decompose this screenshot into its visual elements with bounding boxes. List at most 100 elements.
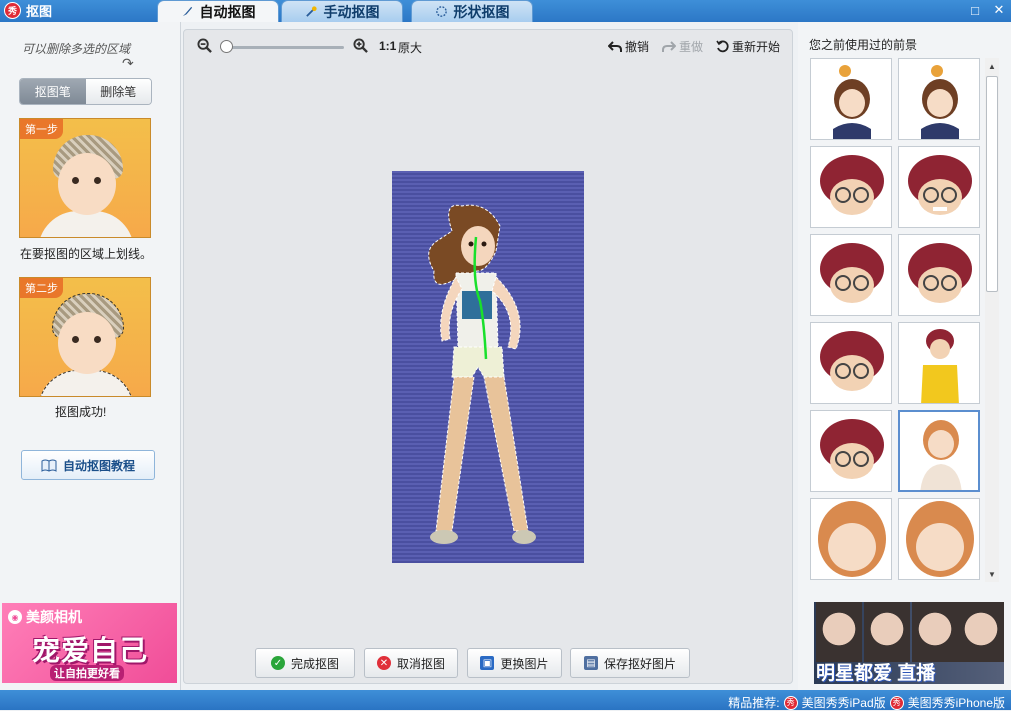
foreground-thumbnails: [810, 58, 982, 582]
brush-icon: [182, 6, 192, 17]
undo-label: 撤销: [625, 40, 650, 54]
eye: [72, 336, 79, 343]
cutout-brush-button[interactable]: 抠图笔: [20, 79, 86, 104]
replace-image-label: 更换图片: [500, 656, 549, 671]
recent-foregrounds-title: 您之前使用过的前景: [809, 38, 918, 52]
thumbnail-girl-smile[interactable]: [898, 58, 980, 140]
restart-icon: [716, 40, 729, 53]
finish-cutout-label: 完成抠图: [290, 656, 339, 671]
redo-label: 重做: [679, 40, 704, 54]
thumbnail-boy-glasses[interactable]: [810, 146, 892, 228]
cancel-icon: ✕: [376, 656, 391, 670]
app-title: 秀 抠图: [4, 1, 52, 20]
zoom-out-icon[interactable]: [197, 38, 212, 53]
ad-face: [958, 602, 1004, 662]
baby-face: [58, 153, 116, 215]
recommendations: 精品推荐: 秀 美图秀秀iPad版 秀 美图秀秀iPhone版: [728, 694, 1005, 711]
tutorial-label: 自动抠图教程: [62, 458, 135, 473]
tab-auto-cutout-label: 自动抠图: [199, 3, 256, 20]
baby-body: [38, 370, 134, 396]
thumbnail-boy-glasses[interactable]: [810, 234, 892, 316]
app-logo-icon: 秀: [4, 2, 21, 19]
thumbnail-boy-glasses[interactable]: [898, 234, 980, 316]
thumbnail-girl-wink[interactable]: [810, 58, 892, 140]
meitu-logo-icon: 秀: [783, 695, 798, 710]
thumbnail-girl-bob-selected[interactable]: [898, 410, 980, 492]
save-cutout-label: 保存抠好图片: [603, 656, 676, 671]
thumbnail-boy-glasses[interactable]: [810, 410, 892, 492]
save-cutout-button[interactable]: ▤ 保存抠好图片: [570, 648, 690, 678]
scroll-down-icon[interactable]: ▼: [985, 568, 999, 580]
tab-manual-cutout-label: 手动抠图: [323, 3, 380, 20]
zoom-slider-knob[interactable]: [220, 40, 233, 53]
redo-button[interactable]: 重做: [662, 38, 703, 55]
tab-shape-cutout-label: 形状抠图: [453, 3, 510, 20]
ad-brand: ◉ 美颜相机: [8, 607, 82, 627]
step2-text: 抠图成功!: [55, 405, 107, 419]
scrollbar-thumb[interactable]: [986, 76, 998, 292]
editor-area: 1:1 原大 撤销 重做 重新开始 ✓ 完成抠图 ✕ 取消抠图 ▣ 更换图片 ▤…: [183, 29, 793, 684]
book-icon: [41, 459, 57, 472]
recent-foregrounds-panel: 您之前使用过的前景 ▲ ▼ 明星都爱 直播: [798, 22, 1011, 690]
maximize-button[interactable]: □: [967, 2, 983, 18]
editor-toolbar: 1:1 原大 撤销 重做 重新开始: [184, 30, 792, 62]
eraser-hint: 可以删除多选的区域: [22, 42, 131, 56]
zoom-in-icon[interactable]: [353, 38, 368, 53]
close-button[interactable]: ✕: [991, 2, 1007, 18]
eye: [94, 336, 101, 343]
meiyan-camera-ad[interactable]: ◉ 美颜相机 宠爱自己 让自拍更好看: [2, 603, 177, 683]
thumbnail-boy-grin[interactable]: [898, 146, 980, 228]
status-bar: 精品推荐: 秀 美图秀秀iPad版 秀 美图秀秀iPhone版: [0, 690, 1011, 710]
recommend-label: 精品推荐:: [728, 696, 780, 710]
step1-text: 在要抠图的区域上划线。: [20, 247, 153, 261]
title-bar: 秀 抠图 自动抠图 手动抠图 形状抠图 □ ✕: [0, 0, 1011, 22]
thumbnail-boy-yellow-shirt[interactable]: [898, 322, 980, 404]
replace-image-button[interactable]: ▣ 更换图片: [467, 648, 562, 678]
tab-shape-cutout[interactable]: 形状抠图: [411, 0, 533, 22]
editing-canvas-image[interactable]: [392, 171, 584, 563]
step1-badge: 第一步: [20, 119, 63, 139]
thumbnail-boy-sleepy[interactable]: [810, 322, 892, 404]
eye: [94, 177, 101, 184]
baby-face: [58, 312, 116, 374]
celebrity-live-ad[interactable]: 明星都爱 直播: [814, 602, 1004, 684]
left-panel: 可以删除多选的区域 ↷ 抠图笔 删除笔 第一步 在要抠图的区域上划线。 第二步 …: [0, 22, 181, 690]
restart-button[interactable]: 重新开始: [716, 38, 780, 55]
ad-face: [864, 602, 910, 662]
tab-auto-cutout[interactable]: 自动抠图: [157, 0, 279, 22]
zoom-slider-track[interactable]: [226, 46, 344, 49]
camera-app-icon: ◉: [8, 610, 22, 624]
ad-text: 明星都爱 直播: [816, 663, 936, 684]
tab-manual-cutout[interactable]: 手动抠图: [281, 0, 403, 22]
shape-icon: [435, 6, 447, 17]
undo-icon: [608, 40, 622, 52]
check-icon: ✓: [270, 656, 285, 670]
iphone-link[interactable]: 美图秀秀iPhone版: [908, 694, 1005, 711]
eye: [72, 177, 79, 184]
redo-icon: [662, 40, 676, 52]
undo-button[interactable]: 撤销: [608, 38, 649, 55]
meitu-logo-icon: 秀: [889, 695, 904, 710]
restart-label: 重新开始: [732, 40, 781, 54]
actual-size-ratio[interactable]: 1:1: [379, 39, 396, 53]
magic-wand-icon: [305, 6, 317, 17]
character-figure: [428, 204, 536, 544]
save-icon: ▤: [583, 656, 598, 670]
step1-image: 第一步: [19, 118, 151, 238]
cancel-cutout-label: 取消抠图: [396, 656, 445, 671]
baby-body: [38, 211, 134, 237]
thumbnails-scrollbar[interactable]: ▲ ▼: [985, 58, 999, 582]
step2-badge: 第二步: [20, 278, 63, 298]
actual-size-label[interactable]: 原大: [398, 39, 422, 56]
app-title-text: 抠图: [26, 4, 53, 19]
thumbnail-girl-bob-laugh[interactable]: [810, 498, 892, 580]
thumbnail-girl-bob-smirk[interactable]: [898, 498, 980, 580]
erase-brush-button[interactable]: 删除笔: [85, 79, 151, 104]
ad-subtitle: 让自拍更好看: [50, 665, 124, 681]
scroll-up-icon[interactable]: ▲: [985, 60, 999, 72]
ad-face: [816, 602, 862, 662]
ipad-link[interactable]: 美图秀秀iPad版: [802, 694, 886, 711]
cancel-cutout-button[interactable]: ✕ 取消抠图: [364, 648, 458, 678]
finish-cutout-button[interactable]: ✓ 完成抠图: [255, 648, 355, 678]
tutorial-button[interactable]: 自动抠图教程: [21, 450, 155, 480]
